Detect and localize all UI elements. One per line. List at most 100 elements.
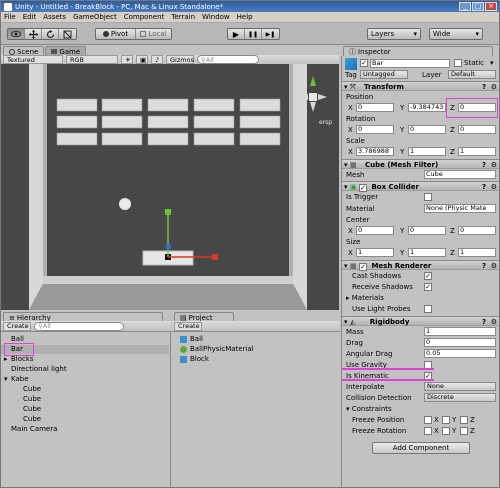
collision-detection-dropdown[interactable]: Discrete [424, 393, 496, 402]
maximize-button[interactable]: □ [472, 2, 484, 11]
hierarchy-item[interactable]: Cube [1, 385, 169, 394]
freeze-pos-z-checkbox[interactable] [460, 416, 468, 424]
layer-dropdown[interactable]: Default [448, 70, 496, 79]
close-button[interactable]: × [485, 2, 497, 11]
is-trigger-checkbox[interactable] [424, 193, 432, 201]
play-button[interactable]: ▶ [228, 29, 245, 39]
menu-window[interactable]: Window [202, 13, 230, 21]
static-checkbox[interactable] [454, 59, 462, 67]
center-y-field[interactable]: 0 [408, 226, 446, 235]
pause-button[interactable]: ❚❚ [245, 29, 262, 39]
cast-shadows-checkbox[interactable] [424, 272, 432, 280]
transform-header[interactable]: ▾ ⤧ Transform ? ⚙ [342, 81, 499, 91]
drag-field[interactable]: 0 [424, 338, 496, 347]
interpolate-dropdown[interactable]: None [424, 382, 496, 391]
project-item[interactable]: BallPhysicMaterial [180, 345, 254, 354]
hierarchy-item[interactable]: Cube [1, 405, 169, 414]
help-icon[interactable]: ? [482, 261, 486, 271]
freeze-rot-x-checkbox[interactable] [424, 427, 432, 435]
rotation-y-field[interactable]: 0 [408, 125, 446, 134]
menu-file[interactable]: File [4, 13, 16, 21]
hierarchy-item[interactable]: Main Camera [1, 425, 169, 434]
mesh-renderer-header[interactable]: ▾ ▦ Mesh Renderer ? ⚙ [342, 260, 499, 271]
menu-component[interactable]: Component [124, 13, 165, 21]
freeze-rot-y-checkbox[interactable] [442, 427, 450, 435]
menu-assets[interactable]: Assets [43, 13, 66, 21]
materials-foldout[interactable]: ▸ Materials [346, 294, 384, 302]
hierarchy-item[interactable]: ▾ Kabe [1, 375, 169, 384]
mass-field[interactable]: 1 [424, 327, 496, 336]
chevron-down-icon[interactable]: ▾ [490, 59, 494, 67]
freeze-pos-x-checkbox[interactable] [424, 416, 432, 424]
help-icon[interactable]: ? [482, 317, 486, 327]
local-button[interactable]: Local [136, 29, 171, 39]
layout-dropdown[interactable]: Wide ▾ [429, 28, 483, 40]
tag-dropdown[interactable]: Untagged [360, 70, 408, 79]
position-x-field[interactable]: 0 [356, 103, 394, 112]
scale-x-field[interactable]: 3.786988 [356, 147, 394, 156]
angular-drag-field[interactable]: 0.05 [424, 349, 496, 358]
scale-tool-icon[interactable] [59, 29, 76, 39]
center-z-field[interactable]: 0 [458, 226, 496, 235]
constraints-foldout[interactable]: ▾ Constraints [346, 405, 392, 413]
project-item[interactable]: Ball [180, 335, 203, 344]
step-button[interactable]: ▶❚ [262, 29, 279, 39]
menu-edit[interactable]: Edit [23, 13, 37, 21]
position-y-field[interactable]: -9.384743 [408, 103, 446, 112]
freeze-rot-z-checkbox[interactable] [460, 427, 468, 435]
gizmos-dropdown[interactable]: Gizmos [166, 55, 194, 64]
mesh-filter-header[interactable]: ▾ ▦ Cube (Mesh Filter) ? ⚙ [342, 159, 499, 169]
hierarchy-create-button[interactable]: Create [3, 321, 31, 331]
hierarchy-item[interactable]: ▸ Blocks [1, 355, 169, 364]
mesh-renderer-enabled-checkbox[interactable] [359, 263, 368, 271]
rotation-z-field[interactable]: 0 [458, 125, 496, 134]
center-x-field[interactable]: 0 [356, 226, 394, 235]
menu-help[interactable]: Help [237, 13, 253, 21]
project-create-button[interactable]: Create [174, 321, 202, 331]
add-component-button[interactable]: Add Component [372, 442, 470, 454]
menu-gameobject[interactable]: GameObject [73, 13, 117, 21]
box-collider-enabled-checkbox[interactable] [359, 184, 368, 192]
tab-inspector[interactable]: ⓘ Inspector [343, 46, 493, 56]
material-field[interactable]: None (Physic Mate [424, 204, 496, 213]
gear-icon[interactable]: ⚙ [491, 261, 497, 271]
object-name-field[interactable]: Bar [370, 59, 450, 68]
hierarchy-item[interactable]: Cube [1, 415, 169, 424]
shading-dropdown[interactable]: Textured [3, 55, 63, 64]
object-active-checkbox[interactable] [360, 59, 368, 67]
use-light-probes-checkbox[interactable] [424, 305, 432, 313]
menu-terrain[interactable]: Terrain [171, 13, 195, 21]
gear-icon[interactable]: ⚙ [491, 317, 497, 327]
receive-shadows-checkbox[interactable] [424, 283, 432, 291]
audio-toggle-icon[interactable]: ♪ [151, 55, 163, 64]
move-tool-icon[interactable] [25, 29, 42, 39]
size-y-field[interactable]: 1 [408, 248, 446, 257]
foldout-open-icon[interactable]: ▾ [4, 375, 8, 384]
gear-icon[interactable]: ⚙ [491, 182, 497, 192]
scene-search-input[interactable]: ⚲ All [197, 55, 259, 64]
gear-icon[interactable]: ⚙ [491, 160, 497, 170]
lighting-toggle-icon[interactable]: ☀ [121, 55, 133, 64]
layers-dropdown[interactable]: Layers ▾ [367, 28, 421, 40]
box-collider-header[interactable]: ▾ ▣ Box Collider ? ⚙ [342, 181, 499, 192]
scale-y-field[interactable]: 1 [408, 147, 446, 156]
minimize-button[interactable]: _ [459, 2, 471, 11]
help-icon[interactable]: ? [482, 182, 486, 192]
mesh-field[interactable]: Cube [424, 170, 496, 179]
help-icon[interactable]: ? [482, 82, 486, 92]
hand-tool-icon[interactable] [8, 29, 25, 39]
rotation-x-field[interactable]: 0 [356, 125, 394, 134]
project-item[interactable]: Block [180, 355, 209, 364]
foldout-closed-icon[interactable]: ▸ [4, 355, 8, 364]
rotate-tool-icon[interactable] [42, 29, 59, 39]
hierarchy-item[interactable]: Directional light [1, 365, 169, 374]
help-icon[interactable]: ? [482, 160, 486, 170]
size-z-field[interactable]: 1 [458, 248, 496, 257]
hierarchy-item[interactable]: Cube [1, 395, 169, 404]
hierarchy-search-input[interactable]: ⚲ All [34, 321, 124, 331]
size-x-field[interactable]: 1 [356, 248, 394, 257]
render-mode-dropdown[interactable]: RGB [66, 55, 118, 64]
scene-view[interactable]: ersp [1, 64, 339, 310]
freeze-pos-y-checkbox[interactable] [442, 416, 450, 424]
rigidbody-header[interactable]: ▾ ◭ Rigidbody ? ⚙ [342, 316, 499, 326]
